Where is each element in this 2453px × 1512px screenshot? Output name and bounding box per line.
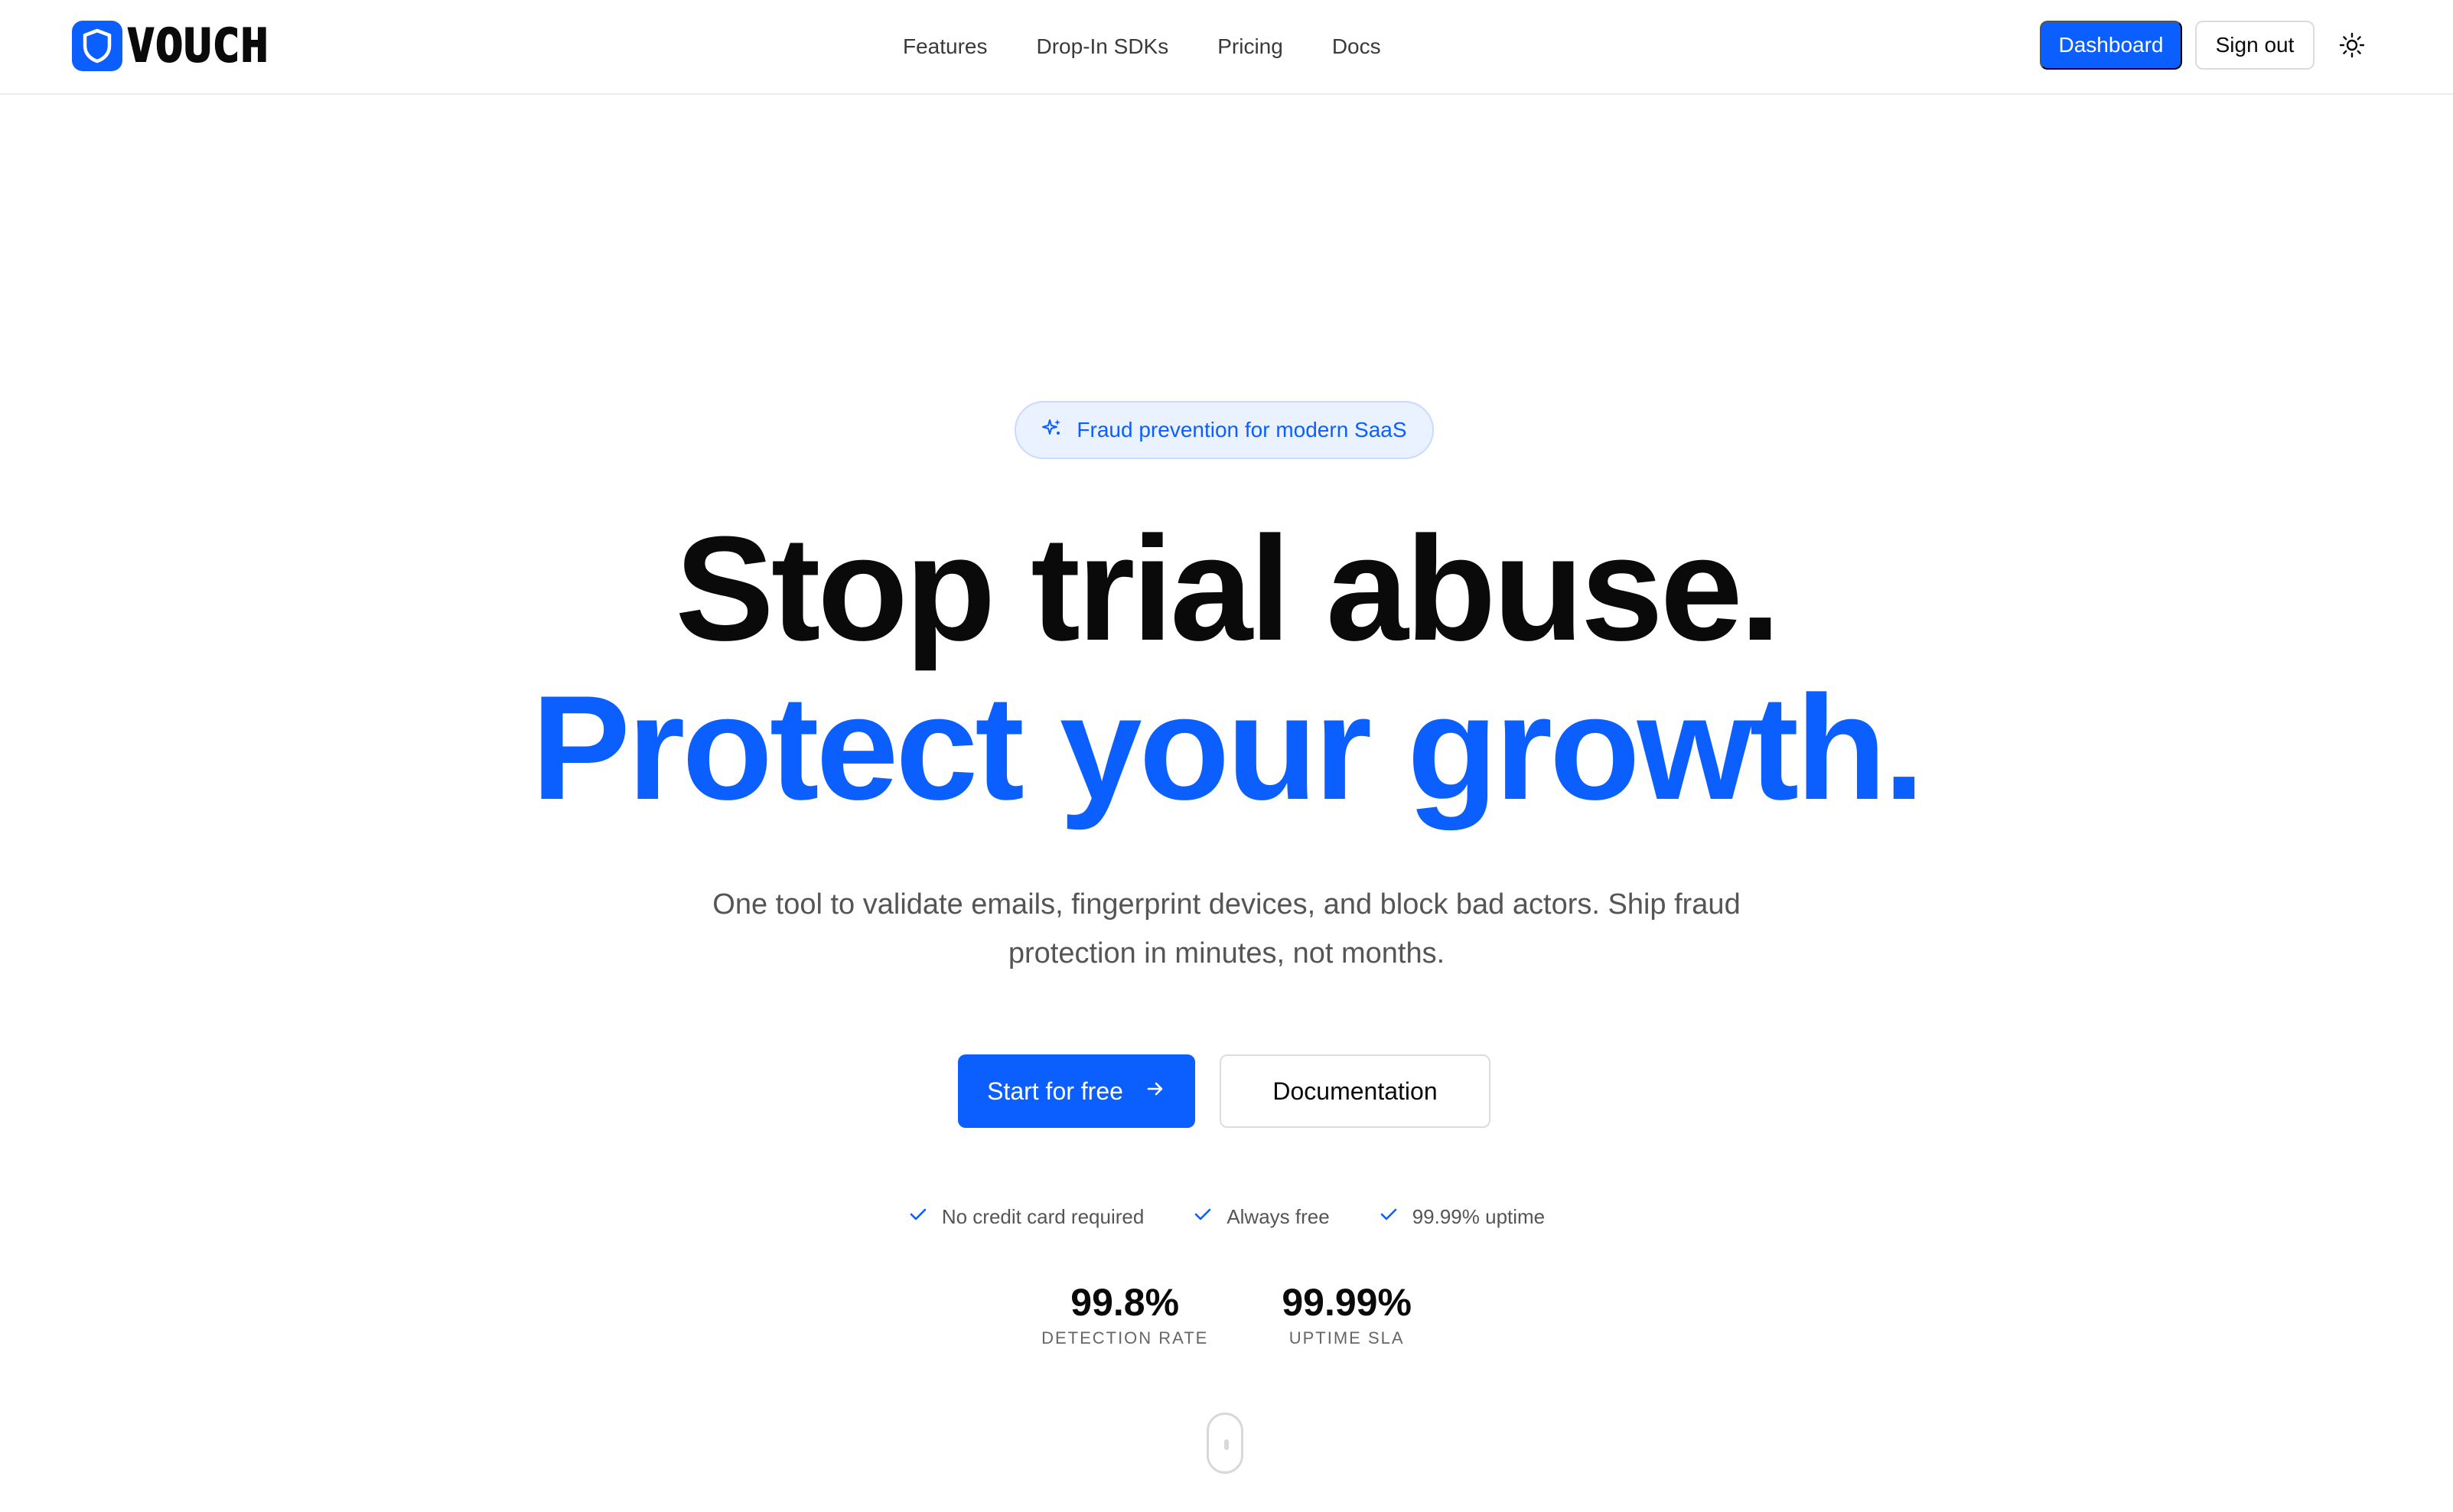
brand-logo[interactable]: VOUCH xyxy=(72,20,269,72)
hero-headline-line1: Stop trial abuse. xyxy=(675,506,1780,672)
site-header: VOUCH Features Drop-In SDKs Pricing Docs… xyxy=(0,0,2453,95)
check-icon xyxy=(1379,1204,1399,1230)
stat-value: 99.99% xyxy=(1282,1281,1412,1324)
check-item: Always free xyxy=(1193,1204,1330,1230)
hero-headline-line2: Protect your growth. xyxy=(531,665,1925,831)
check-icon xyxy=(1193,1204,1213,1230)
hero-badge: Fraud prevention for modern SaaS xyxy=(1015,401,1434,459)
hero-checklist: No credit card required Always free 99.9… xyxy=(0,1201,2453,1232)
stat-label: DETECTION RATE xyxy=(1041,1328,1209,1347)
nav-drop-in-sdks[interactable]: Drop-In SDKs xyxy=(1037,34,1169,59)
check-label: No credit card required xyxy=(941,1204,1145,1228)
dashboard-button[interactable]: Dashboard xyxy=(2040,21,2182,70)
stat-label: UPTIME SLA xyxy=(1288,1328,1405,1347)
sparkles-icon xyxy=(1041,417,1063,444)
check-label: Always free xyxy=(1226,1204,1330,1228)
scroll-indicator-dot xyxy=(1224,1439,1229,1450)
stat-value: 99.8% xyxy=(1070,1281,1180,1324)
sun-icon xyxy=(2339,32,2365,60)
check-item: No credit card required xyxy=(908,1204,1144,1230)
nav-docs[interactable]: Docs xyxy=(1332,34,1381,59)
nav-pricing[interactable]: Pricing xyxy=(1217,34,1283,59)
check-icon xyxy=(908,1204,928,1230)
start-for-free-label: Start for free xyxy=(987,1077,1123,1105)
hero-badge-text: Fraud prevention for modern SaaS xyxy=(1077,418,1407,442)
nav-features[interactable]: Features xyxy=(903,34,988,59)
start-for-free-button[interactable]: Start for free xyxy=(958,1054,1195,1128)
shield-icon xyxy=(72,21,122,71)
stat-uptime-sla: 99.99% UPTIME SLA xyxy=(1282,1279,1412,1348)
sign-out-button[interactable]: Sign out xyxy=(2195,21,2315,70)
brand-name: VOUCH xyxy=(126,19,269,73)
check-label: 99.99% uptime xyxy=(1412,1204,1546,1228)
hero-stats: 99.8% DETECTION RATE 99.99% UPTIME SLA xyxy=(0,1279,2453,1348)
arrow-right-icon xyxy=(1145,1077,1166,1106)
hero-subtext: One tool to validate emails, fingerprint… xyxy=(712,888,1741,969)
stat-detection-rate: 99.8% DETECTION RATE xyxy=(1041,1279,1208,1348)
scroll-indicator-icon[interactable] xyxy=(1207,1413,1243,1474)
documentation-button[interactable]: Documentation xyxy=(1220,1054,1490,1128)
main-nav: Features Drop-In SDKs Pricing Docs xyxy=(903,28,1381,66)
theme-toggle-button[interactable] xyxy=(2335,29,2369,63)
check-item: 99.99% uptime xyxy=(1379,1204,1545,1230)
